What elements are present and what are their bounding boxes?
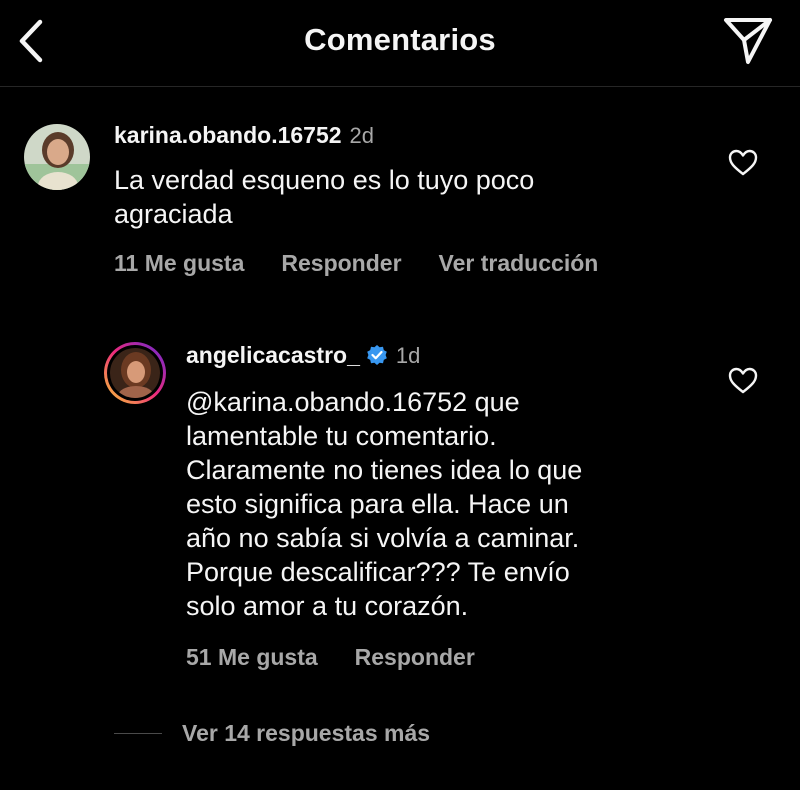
heart-icon <box>728 367 758 394</box>
comment-text: @karina.obando.16752 que lamentable tu c… <box>186 385 706 623</box>
comment-text-line: año no sabía si volvía a caminar. <box>186 523 580 553</box>
view-more-replies-button[interactable]: Ver 14 respuestas más <box>114 720 430 747</box>
like-button[interactable] <box>728 366 758 396</box>
comment-username[interactable]: karina.obando.16752 <box>114 122 342 148</box>
divider <box>114 733 162 734</box>
page-title: Comentarios <box>304 22 496 57</box>
comment-text-line: lamentable tu comentario. <box>186 421 497 451</box>
avatar-image <box>110 348 160 398</box>
avatar-image <box>24 124 90 190</box>
comment-text-line: solo amor a tu corazón. <box>186 591 469 621</box>
comment-actions: 11 Me gusta Responder Ver traducción <box>114 250 635 277</box>
comment-text-line: Porque descalificar??? Te envío <box>186 557 570 587</box>
avatar[interactable] <box>104 342 166 404</box>
reply-button[interactable]: Responder <box>281 250 401 276</box>
likes-count[interactable]: 51 Me gusta <box>186 644 318 670</box>
comment-username[interactable]: angelicacastro_ <box>186 342 360 368</box>
comment: karina.obando.16752 2d La verdad esqueno … <box>114 120 714 231</box>
comment-text-line: agraciada <box>114 199 233 229</box>
comment-text-line: La verdad esqueno es lo tuyo poco <box>114 165 535 195</box>
paper-plane-icon <box>724 18 772 64</box>
reply-comment: angelicacastro_ 1d @karina.obando.16752 … <box>186 340 706 623</box>
avatar[interactable] <box>24 124 90 190</box>
comment-actions: 51 Me gusta Responder <box>186 644 512 671</box>
comment-text-line: esto significa para ella. Hace un <box>186 489 569 519</box>
heart-icon <box>728 149 758 176</box>
header-bar: Comentarios <box>0 0 800 87</box>
likes-count[interactable]: 11 Me gusta <box>114 250 244 276</box>
view-more-replies-label: Ver 14 respuestas más <box>182 720 431 746</box>
like-button[interactable] <box>728 148 758 178</box>
reply-button[interactable]: Responder <box>355 644 475 670</box>
comment-time: 2d <box>349 123 375 148</box>
comment-time: 1d <box>395 343 421 368</box>
comment-text-line: @karina.obando.16752 que <box>186 387 520 417</box>
share-button[interactable] <box>722 14 774 66</box>
comment-text: La verdad esqueno es lo tuyo poco agraci… <box>114 163 714 231</box>
verified-badge-icon <box>367 345 387 365</box>
translate-button[interactable]: Ver traducción <box>439 250 599 276</box>
comment-text-line: Claramente no tienes idea lo que <box>186 455 583 485</box>
